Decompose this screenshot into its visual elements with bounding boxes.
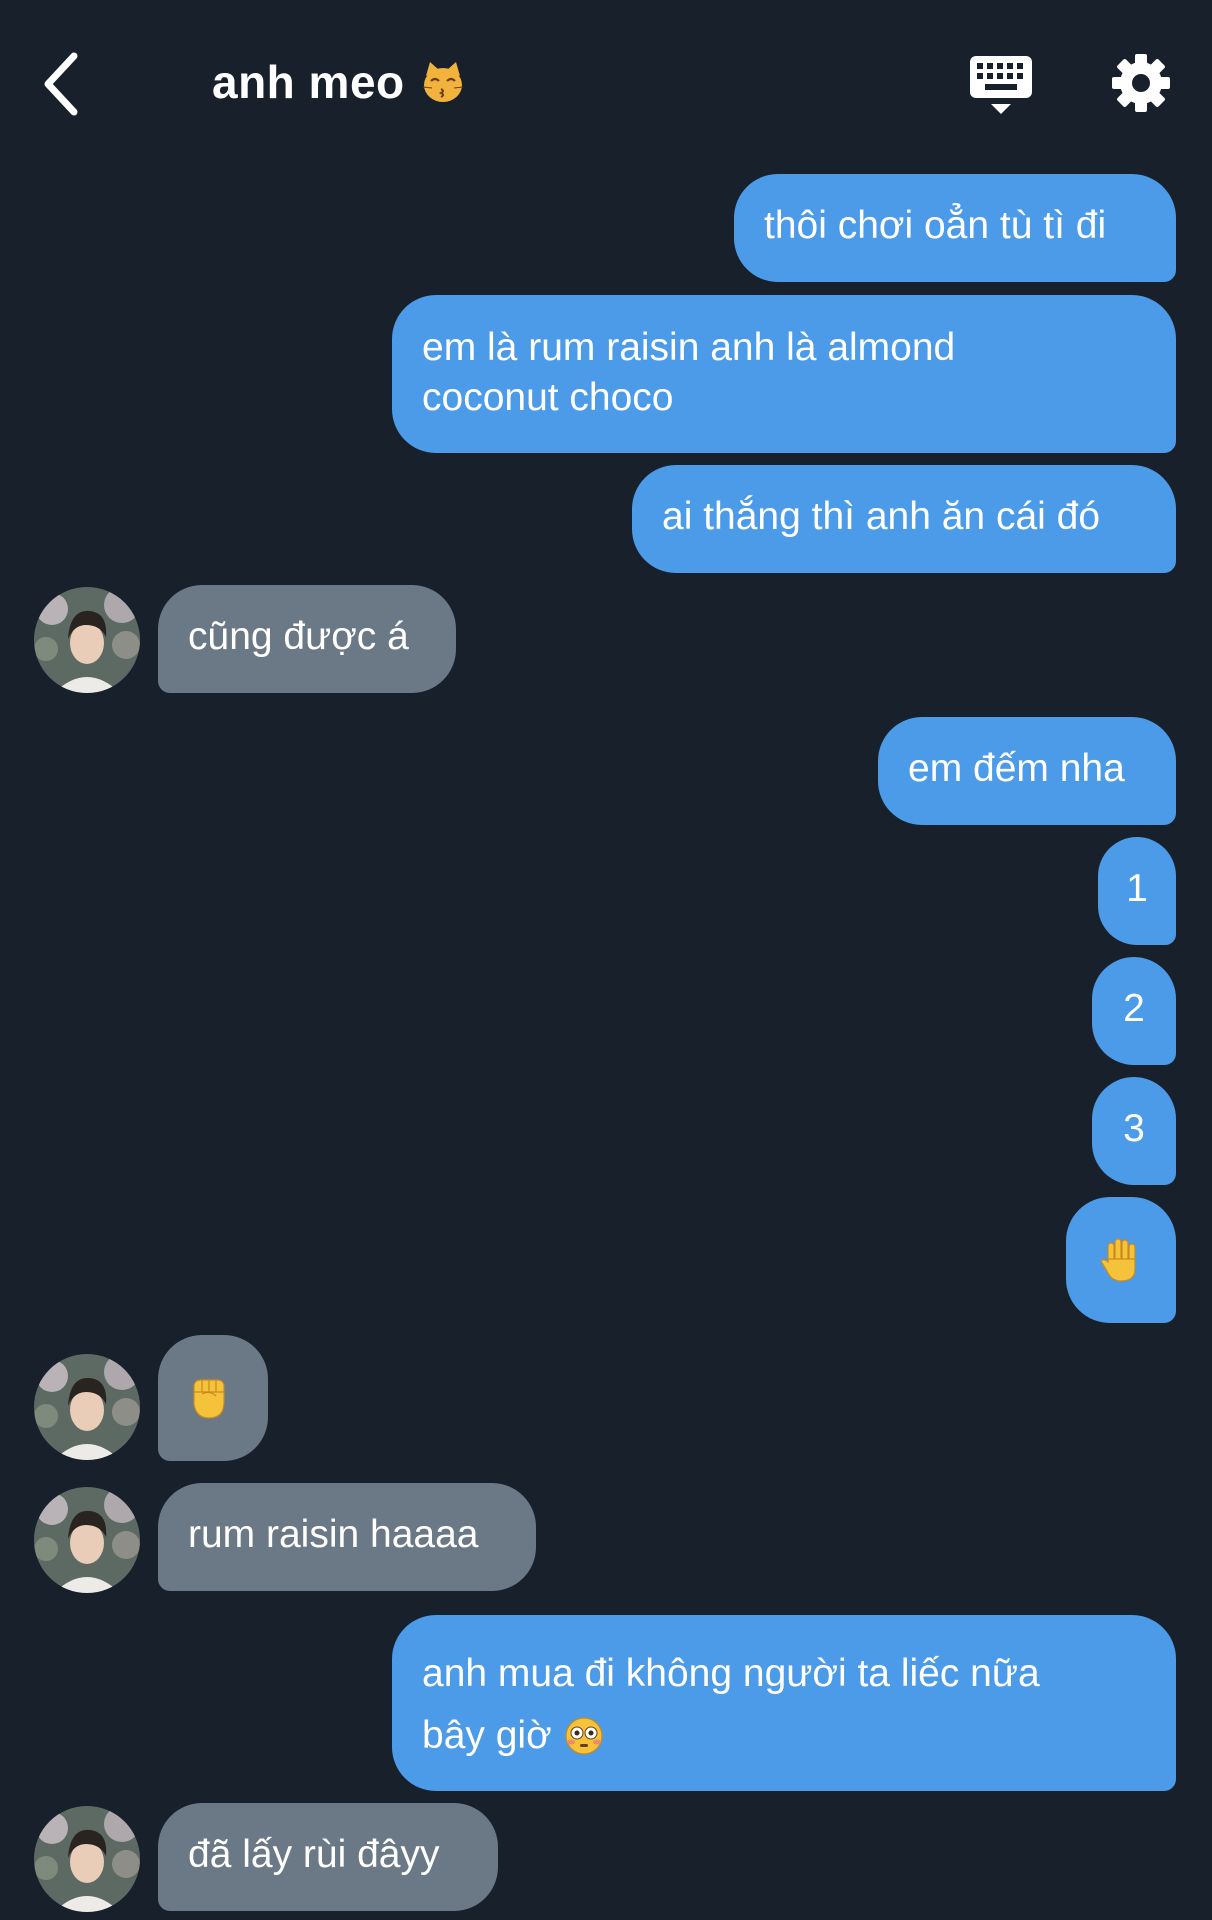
message-text: em đếm nha <box>908 747 1125 790</box>
message-text-line: bây giờ <box>422 1714 552 1757</box>
sent-message[interactable] <box>1066 1197 1176 1323</box>
keyboard-button[interactable] <box>968 54 1034 116</box>
flushed-face-icon <box>565 1717 603 1755</box>
sent-message[interactable]: anh mua đi không người ta liếc nữa bây g… <box>392 1615 1176 1791</box>
avatar[interactable] <box>34 587 140 693</box>
settings-button[interactable] <box>1110 52 1172 114</box>
sent-message[interactable]: ai thắng thì anh ăn cái đó <box>632 465 1176 573</box>
gear-icon <box>1112 54 1170 112</box>
message-text: 2 <box>1123 987 1145 1030</box>
message-text-line: em là rum raisin anh là almond <box>422 326 956 369</box>
sent-message[interactable]: 3 <box>1092 1077 1176 1185</box>
chat-header: anh meo <box>0 0 1212 170</box>
sent-message[interactable]: thôi chơi oẳn tù tì đi <box>734 174 1176 282</box>
kissing-cat-icon <box>422 62 463 102</box>
message-text-line-with-emoji: bây giờ <box>422 1705 1146 1767</box>
avatar[interactable] <box>34 1806 140 1912</box>
message-text: thôi chơi oẳn tù tì đi <box>764 204 1107 247</box>
message-text-line: anh mua đi không người ta liếc nữa <box>422 1652 1040 1695</box>
avatar-photo <box>34 1806 140 1912</box>
message-text-line: coconut choco <box>422 376 674 419</box>
message-text: 1 <box>1126 867 1148 910</box>
avatar[interactable] <box>34 1354 140 1460</box>
avatar-photo <box>34 587 140 693</box>
message-text: rum raisin haaaa <box>188 1513 479 1556</box>
message-text: 3 <box>1123 1107 1145 1150</box>
received-message[interactable]: rum raisin haaaa <box>158 1483 536 1591</box>
sent-message[interactable]: em là rum raisin anh là almond coconut c… <box>392 295 1176 453</box>
sent-message[interactable]: em đếm nha <box>878 717 1176 825</box>
received-message[interactable]: cũng được á <box>158 585 456 693</box>
raised-hand-icon <box>1100 1238 1136 1282</box>
received-message[interactable] <box>158 1335 268 1461</box>
sent-message[interactable]: 2 <box>1092 957 1176 1065</box>
chat-title[interactable]: anh meo <box>212 55 465 109</box>
avatar-photo <box>34 1354 140 1460</box>
message-text: đã lấy rùi đâyy <box>188 1833 440 1876</box>
keyboard-icon <box>970 56 1032 114</box>
message-text: ai thắng thì anh ăn cái đó <box>662 495 1101 538</box>
avatar[interactable] <box>34 1487 140 1593</box>
sent-message[interactable]: 1 <box>1098 837 1176 945</box>
back-button[interactable] <box>38 44 88 124</box>
chevron-left-icon <box>44 52 78 116</box>
avatar-photo <box>34 1487 140 1593</box>
raised-fist-icon <box>193 1379 225 1419</box>
contact-name: anh meo <box>212 56 405 108</box>
received-message[interactable]: đã lấy rùi đâyy <box>158 1803 498 1911</box>
message-text: cũng được á <box>188 615 409 658</box>
